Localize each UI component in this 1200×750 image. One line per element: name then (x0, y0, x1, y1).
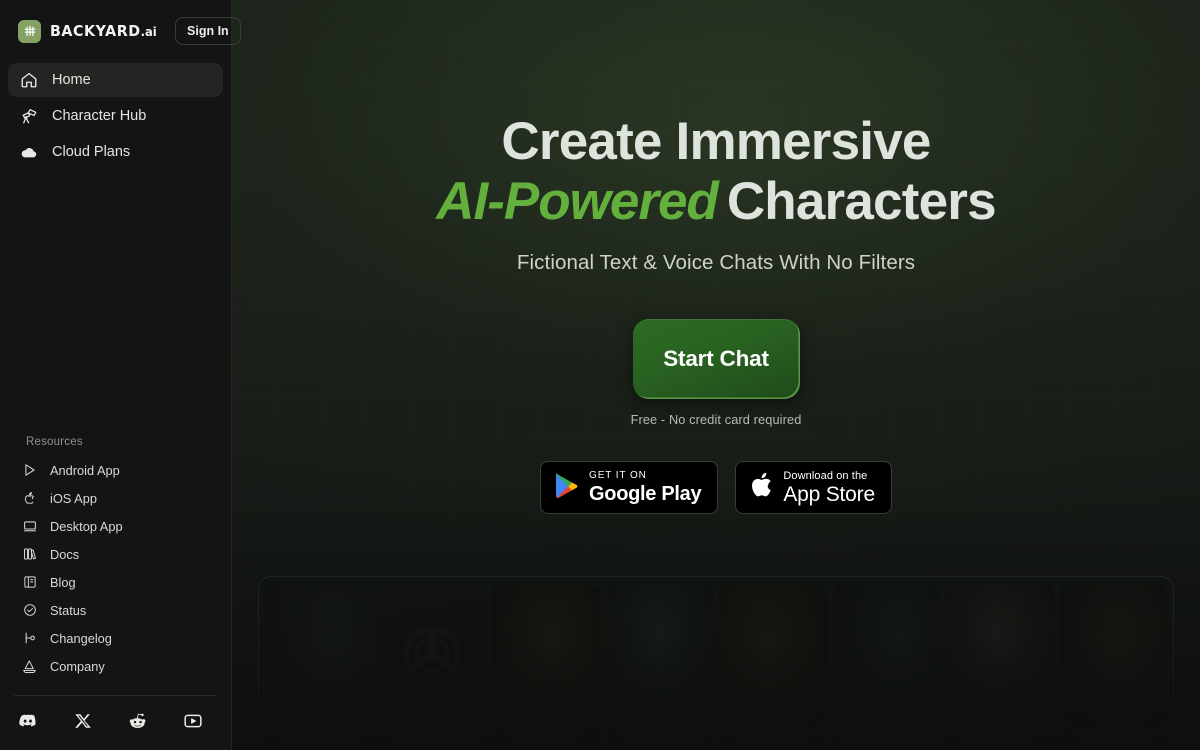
sidebar-item-label: Blog (50, 574, 76, 590)
sidebar-item-label: Status (50, 602, 87, 618)
hero-section: Create Immersive AI-Powered Characters Fi… (232, 0, 1200, 514)
character-card-grid (258, 576, 1174, 750)
sidebar-item-label: Desktop App (50, 518, 123, 534)
store-badges: GET IT ON Google Play Download on the Ap… (232, 461, 1200, 514)
sidebar-item-label: Cloud Plans (52, 144, 131, 160)
sidebar-item-label: Company (50, 658, 105, 674)
character-card[interactable] (832, 731, 940, 750)
sidebar-item-label: iOS App (50, 490, 97, 506)
sidebar-item-docs[interactable]: Docs (8, 540, 223, 568)
sidebar-item-cloud-plans[interactable]: Cloud Plans (8, 135, 223, 169)
sidebar-item-character-hub[interactable]: Character Hub (8, 99, 223, 133)
sidebar-item-blog[interactable]: Blog (8, 568, 223, 596)
primary-nav: Home Character Hub Cloud Plans (0, 57, 231, 169)
sidebar-item-label: Character Hub (52, 108, 147, 124)
headline-line-2: AI-Powered Characters (232, 172, 1200, 232)
sidebar-item-label: Docs (50, 546, 80, 562)
headline-line-1: Create Immersive (501, 112, 931, 171)
character-card[interactable] (1059, 585, 1167, 725)
discord-icon[interactable] (0, 708, 55, 734)
store-badge-big: App Store (783, 482, 875, 506)
google-play-text: GET IT ON Google Play (589, 470, 702, 505)
book-open-icon (22, 575, 37, 590)
monitor-icon (22, 519, 37, 534)
google-play-badge[interactable]: GET IT ON Google Play (540, 461, 719, 514)
sidebar: BACKYARD.ai Sign In Home Character Hub C… (0, 0, 241, 750)
apple-icon (749, 471, 773, 504)
headline-accent: AI-Powered (436, 172, 719, 231)
character-card[interactable] (378, 585, 486, 725)
character-card[interactable] (946, 585, 1054, 725)
sidebar-item-desktop-app[interactable]: Desktop App (8, 512, 223, 540)
sidebar-item-label: Home (52, 72, 91, 88)
cta-note: Free - No credit card required (630, 412, 802, 427)
play-triangle-icon (22, 463, 37, 478)
reddit-icon[interactable] (110, 708, 165, 734)
x-twitter-icon[interactable] (55, 708, 110, 734)
sign-in-button[interactable]: Sign In (175, 17, 241, 45)
sidebar-header: BACKYARD.ai Sign In (0, 0, 241, 57)
character-card[interactable] (265, 585, 373, 725)
brand-name: BACKYARD (50, 22, 141, 40)
store-badge-small: GET IT ON (589, 470, 647, 481)
character-card[interactable] (265, 731, 373, 750)
sailboat-icon (22, 659, 37, 674)
main-content: Create Immersive AI-Powered Characters Fi… (232, 0, 1200, 750)
character-card[interactable] (605, 585, 713, 725)
app-store-text: Download on the App Store (783, 469, 875, 506)
sidebar-item-ios-app[interactable]: iOS App (8, 484, 223, 512)
youtube-icon[interactable] (165, 708, 220, 734)
sidebar-item-company[interactable]: Company (8, 652, 223, 680)
sidebar-item-status[interactable]: Status (8, 596, 223, 624)
store-badge-small: Download on the (783, 469, 868, 482)
app-store-badge[interactable]: Download on the App Store (735, 461, 892, 514)
hero-subheadline: Fictional Text & Voice Chats With No Fil… (516, 251, 916, 274)
sidebar-item-label: Changelog (50, 630, 112, 646)
character-card[interactable] (492, 731, 600, 750)
character-card[interactable] (1059, 731, 1167, 750)
gallery-grid (259, 577, 1173, 750)
app-root: BACKYARD.ai Sign In Home Character Hub C… (0, 0, 1200, 750)
resources-heading: Resources (26, 436, 83, 448)
page-title: Create Immersive AI-Powered Characters (232, 112, 1200, 232)
telescope-icon (20, 107, 38, 125)
check-circle-icon (22, 603, 37, 618)
character-card[interactable] (378, 731, 486, 750)
fence-icon[interactable] (18, 19, 41, 43)
social-links (0, 696, 231, 750)
apple-icon (22, 491, 37, 506)
sidebar-item-home[interactable]: Home (8, 63, 223, 97)
cloud-icon (20, 143, 38, 161)
resources-nav: Android App iOS App Desktop App Docs Blo… (0, 456, 231, 686)
character-card[interactable] (719, 731, 827, 750)
character-card[interactable] (946, 731, 1054, 750)
google-play-icon (554, 472, 579, 504)
sidebar-item-changelog[interactable]: Changelog (8, 624, 223, 652)
books-icon (22, 547, 37, 562)
headline-rest: Characters (726, 172, 997, 231)
brand-suffix: .ai (140, 24, 157, 39)
sidebar-item-android-app[interactable]: Android App (8, 456, 223, 484)
git-branch-icon (22, 631, 37, 646)
cta-group: Start Chat Free - No credit card require… (232, 319, 1200, 427)
brand-wordmark[interactable]: BACKYARD.ai (50, 22, 157, 40)
character-card[interactable] (719, 585, 827, 725)
home-icon (20, 71, 38, 89)
store-badge-big: Google Play (589, 483, 702, 505)
character-card[interactable] (832, 585, 940, 725)
start-chat-button[interactable]: Start Chat (632, 319, 800, 399)
character-card[interactable] (492, 585, 600, 725)
sidebar-item-label: Android App (50, 462, 120, 478)
character-card[interactable] (605, 731, 713, 750)
